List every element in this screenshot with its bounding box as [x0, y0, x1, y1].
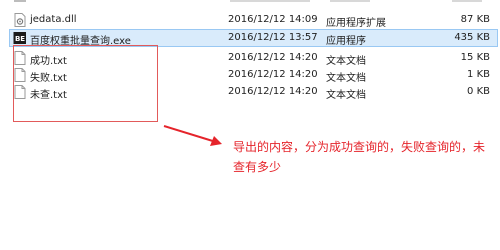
file-row[interactable]: jedata.dll 2016/12/12 14:09 应用程序扩展 87 KB	[0, 11, 500, 29]
file-date: 2016/12/12 14:09	[228, 14, 318, 25]
annotation-arrow-icon	[163, 125, 222, 146]
file-size: 0 KB	[467, 86, 490, 97]
file-size: 1 KB	[467, 69, 490, 80]
partial-row-above	[0, 0, 500, 3]
annotation-text: 导出的内容，分为成功查询的，失败查询的，未查有多少	[233, 140, 486, 174]
file-size: 435 KB	[454, 32, 490, 43]
file-date: 2016/12/12 13:57	[228, 32, 318, 43]
file-date: 2016/12/12 14:20	[228, 69, 318, 80]
file-name: jedata.dll	[30, 14, 77, 25]
file-date: 2016/12/12 14:20	[228, 52, 318, 63]
file-size: 87 KB	[460, 14, 490, 25]
exe-icon-text: BE	[15, 35, 25, 43]
file-date: 2016/12/12 14:20	[228, 86, 318, 97]
annotation-highlight-box	[13, 45, 158, 122]
file-type: 文本文档	[326, 73, 366, 84]
file-type: 应用程序扩展	[326, 18, 386, 29]
file-size: 15 KB	[460, 52, 490, 63]
file-type: 文本文档	[326, 90, 366, 101]
dll-file-icon	[14, 13, 26, 27]
file-type: 应用程序	[326, 36, 366, 47]
exe-app-icon: BE	[13, 32, 26, 44]
file-type: 文本文档	[326, 56, 366, 67]
